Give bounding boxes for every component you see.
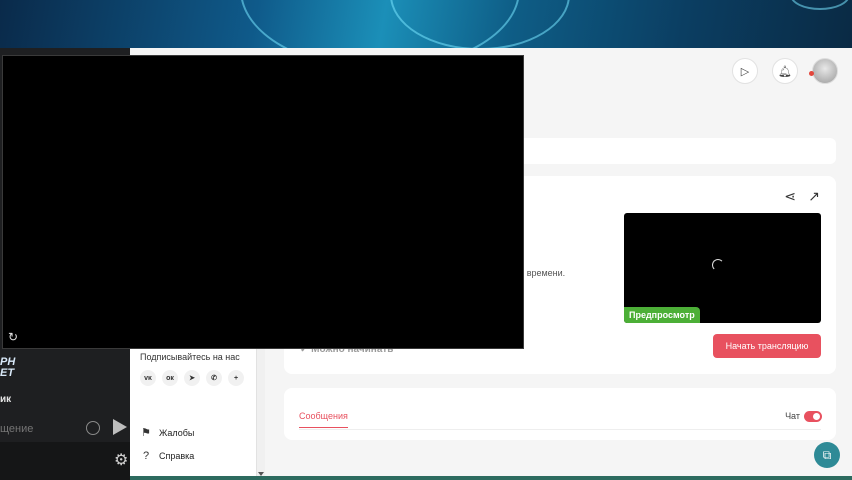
start-stream-button[interactable]: Начать трансляцию <box>713 334 821 358</box>
header-actions: ▷ 🔔︎ <box>732 58 838 84</box>
sidebar-item-label: Жалобы <box>159 427 195 438</box>
video-player[interactable]: ↻ <box>2 55 524 349</box>
more-icon[interactable]: + <box>228 370 244 386</box>
sidebar-item-help[interactable]: ? Справка <box>140 450 194 462</box>
flag-icon: ⚑ <box>141 427 151 439</box>
smile-icon[interactable] <box>86 421 100 435</box>
viber-icon[interactable]: ✆ <box>206 370 222 386</box>
external-link-icon[interactable]: ↗ <box>808 188 820 205</box>
avatar[interactable] <box>809 58 838 84</box>
left-message-input[interactable] <box>0 420 80 438</box>
refresh-icon[interactable]: ↻ <box>8 331 18 343</box>
share-icon[interactable]: ⋖ <box>784 188 796 205</box>
tab-messages[interactable]: Сообщения <box>299 411 348 428</box>
desktop-wallpaper <box>0 0 852 48</box>
play-icon[interactable]: ▷ <box>732 58 758 84</box>
sidebar: Подписывайтесь на нас ᴠᴋ ок ➤ ✆ + ⚑ Жало… <box>130 348 256 480</box>
left-app-brand: РН ЕТ <box>0 356 16 379</box>
subscribe-title: Подписывайтесь на нас <box>140 352 240 362</box>
send-icon[interactable] <box>113 419 127 435</box>
chat-toggle-label: Чат <box>785 411 800 421</box>
stream-description: м времени. <box>518 268 566 278</box>
wallpaper-ring <box>790 0 850 10</box>
left-app-label: ик <box>0 394 12 405</box>
chat-card: Сообщения Чат <box>284 388 836 440</box>
chat-toggle[interactable] <box>804 411 822 422</box>
bell-icon[interactable]: 🔔︎ <box>772 58 798 84</box>
preview-badge: Предпросмотр <box>624 307 700 323</box>
sidebar-item-complaints[interactable]: ⚑ Жалобы <box>140 426 194 439</box>
social-links: ᴠᴋ ок ➤ ✆ + <box>140 370 244 386</box>
loading-spinner-icon <box>712 259 724 271</box>
ok-icon[interactable]: ок <box>162 370 178 386</box>
sidebar-scrollbar[interactable] <box>256 348 265 480</box>
tab-divider <box>299 429 821 430</box>
screen-bottom-edge <box>130 476 852 480</box>
support-chat-icon[interactable]: ⧉ <box>814 442 840 468</box>
sidebar-item-label: Справка <box>159 451 195 461</box>
notification-dot <box>809 71 814 76</box>
telegram-icon[interactable]: ➤ <box>184 370 200 386</box>
gear-icon[interactable]: ⚙ <box>114 453 128 469</box>
help-icon: ? <box>142 450 150 462</box>
left-settings-bar <box>0 442 130 480</box>
stream-preview: Предпросмотр <box>624 213 821 323</box>
vk-icon[interactable]: ᴠᴋ <box>140 370 156 386</box>
